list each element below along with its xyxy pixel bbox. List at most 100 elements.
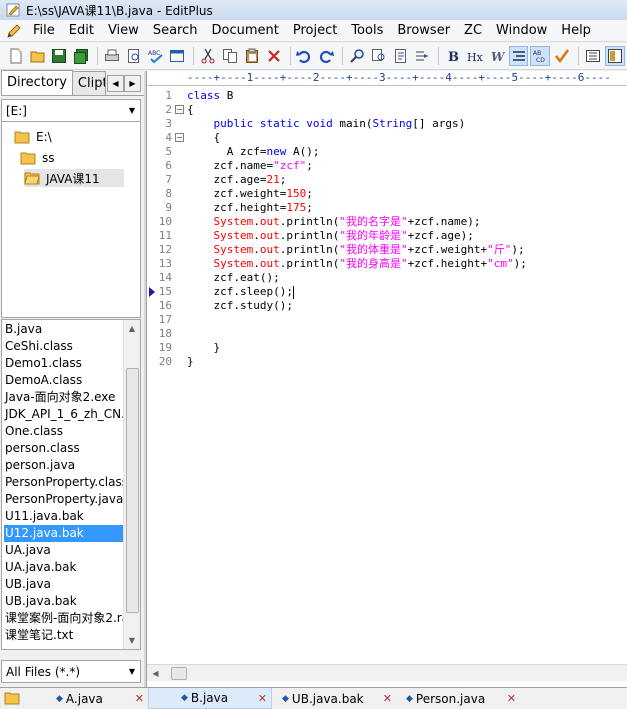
file-list-item[interactable]: U12.java.bak — [4, 525, 124, 542]
code-line[interactable]: System.out.println("我的名字是"+zcf.name); — [187, 215, 481, 229]
file-list-item[interactable]: UA.java.bak — [4, 559, 124, 576]
code-line[interactable]: zcf.name="zcf"; — [187, 159, 312, 173]
menu-file[interactable]: File — [26, 20, 62, 42]
file-list-item[interactable]: UB.java.bak — [4, 593, 124, 610]
menu-tools[interactable]: Tools — [344, 20, 390, 42]
paste-icon[interactable] — [242, 46, 262, 66]
code-line[interactable]: zcf.height=175; — [187, 201, 312, 215]
scroll-up-icon[interactable]: ▲ — [124, 320, 140, 337]
menu-zc[interactable]: ZC — [457, 20, 489, 42]
dir-node-ss[interactable]: ss — [20, 149, 55, 167]
editor-pane[interactable]: ----+----1----+----2----+----3----+----4… — [146, 71, 627, 687]
line-number-icon[interactable] — [583, 46, 603, 66]
file-list-item[interactable]: PersonProperty.java — [4, 491, 124, 508]
doc-tab-b-java[interactable]: ◆ B.java ✕ — [148, 688, 272, 709]
dir-node-java11[interactable]: JAVA课11 — [24, 169, 124, 187]
scroll-thumb[interactable] — [171, 667, 187, 680]
file-list-item[interactable]: One.class — [4, 423, 124, 440]
word-wrap-icon[interactable]: W — [487, 46, 507, 66]
dir-node-root[interactable]: E:\ — [14, 128, 52, 146]
close-icon[interactable]: ✕ — [135, 692, 144, 705]
scroll-thumb[interactable] — [126, 368, 139, 613]
file-list-item[interactable]: DemoA.class — [4, 372, 124, 389]
print-preview-icon[interactable] — [124, 46, 144, 66]
abcd-ruler-icon[interactable]: AB CD — [530, 46, 551, 66]
file-list-item[interactable]: UA.java — [4, 542, 124, 559]
doc-tab-ub-java-bak[interactable]: ◆ UB.java.bak ✕ — [272, 688, 396, 709]
file-list-item[interactable]: 课堂笔记.txt — [4, 627, 124, 644]
fold-toggle-icon[interactable]: − — [175, 133, 184, 142]
code-line[interactable]: zcf.sleep(); — [187, 285, 294, 299]
code-line[interactable]: System.out.println("我的身高是"+zcf.height+"c… — [187, 257, 527, 271]
bold-icon[interactable]: B — [443, 46, 463, 66]
file-list-item[interactable]: B.java — [4, 321, 124, 338]
file-list-item[interactable]: JDK_API_1_6_zh_CN.C — [4, 406, 124, 423]
menu-edit[interactable]: Edit — [62, 20, 101, 42]
code-line[interactable]: { — [187, 131, 220, 145]
tab-cliptext[interactable]: Clipt — [71, 71, 106, 95]
code-line[interactable]: public static void main(String[] args) — [187, 117, 466, 131]
code-line[interactable]: { — [187, 103, 194, 117]
menu-project[interactable]: Project — [286, 20, 344, 42]
chevron-down-icon[interactable]: ▼ — [124, 661, 140, 682]
code-area[interactable]: class B{ public static void main(String[… — [187, 86, 626, 661]
menu-document[interactable]: Document — [204, 20, 285, 42]
print-icon[interactable] — [102, 46, 122, 66]
file-list-item[interactable]: UB.java — [4, 576, 124, 593]
code-line[interactable]: A zcf=new A(); — [187, 145, 320, 159]
chevron-down-icon[interactable]: ▼ — [124, 100, 140, 121]
indent-guide-icon[interactable] — [508, 46, 529, 66]
replace-icon[interactable] — [369, 46, 389, 66]
code-line[interactable]: zcf.weight=150; — [187, 187, 312, 201]
tab-directory[interactable]: Directory — [1, 70, 73, 95]
file-list-item[interactable]: person.class — [4, 440, 124, 457]
doc-tab-person-java[interactable]: ◆ Person.java ✕ — [396, 688, 520, 709]
editor-hscrollbar[interactable]: ◀ — [147, 664, 627, 681]
fold-toggle-icon[interactable]: − — [175, 105, 184, 114]
file-list-item[interactable]: CeShi.class — [4, 338, 124, 355]
file-list-item[interactable]: person.java — [4, 457, 124, 474]
code-line[interactable]: zcf.study(); — [187, 299, 292, 313]
spell-check-icon[interactable]: ABC — [146, 46, 166, 66]
code-line[interactable]: zcf.age=21; — [187, 173, 286, 187]
code-line[interactable]: zcf.eat(); — [187, 271, 279, 285]
close-icon[interactable]: ✕ — [383, 692, 392, 705]
find-icon[interactable] — [347, 46, 367, 66]
scroll-down-icon[interactable]: ▼ — [124, 632, 140, 649]
goto-icon[interactable] — [412, 46, 432, 66]
menu-browser[interactable]: Browser — [390, 20, 457, 42]
code-line[interactable]: System.out.println("我的体重是"+zcf.weight+"斤… — [187, 243, 525, 257]
file-list-scrollbar[interactable]: ▲ ▼ — [123, 320, 140, 649]
menu-view[interactable]: View — [101, 20, 146, 42]
redo-icon[interactable] — [316, 46, 336, 66]
code-line[interactable]: class B — [187, 89, 233, 103]
file-list-item[interactable]: Demo1.class — [4, 355, 124, 372]
code-line[interactable]: } — [187, 341, 220, 355]
menu-window[interactable]: Window — [489, 20, 554, 42]
undo-icon[interactable] — [295, 46, 315, 66]
find-in-files-icon[interactable] — [391, 46, 411, 66]
drive-select[interactable]: [E:] ▼ — [1, 99, 141, 122]
save-all-icon[interactable] — [71, 46, 91, 66]
cut-icon[interactable] — [198, 46, 218, 66]
menu-search[interactable]: Search — [146, 20, 205, 42]
menu-help[interactable]: Help — [554, 20, 598, 42]
new-file-icon[interactable] — [6, 46, 26, 66]
save-icon[interactable] — [50, 46, 70, 66]
file-list-item[interactable]: PersonProperty.class — [4, 474, 124, 491]
open-folder-icon[interactable] — [28, 46, 48, 66]
close-icon[interactable]: ✕ — [507, 692, 516, 705]
code-line[interactable]: System.out.println("我的年龄是"+zcf.age); — [187, 229, 474, 243]
check-icon[interactable] — [552, 46, 572, 66]
file-filter-select[interactable]: All Files (*.*) ▼ — [1, 660, 141, 683]
delete-icon[interactable] — [264, 46, 284, 66]
file-list-item[interactable]: Java-面向对象2.exe — [4, 389, 124, 406]
code-line[interactable]: } — [187, 355, 194, 369]
tab-scroll-right-icon[interactable]: ▶ — [123, 75, 141, 92]
tab-scroll-left-icon[interactable]: ◀ — [106, 75, 124, 92]
copy-icon[interactable] — [220, 46, 240, 66]
close-icon[interactable]: ✕ — [258, 692, 267, 705]
file-list-item[interactable]: U11.java.bak — [4, 508, 124, 525]
html-icon[interactable]: Hx — [465, 46, 485, 66]
browser-preview-icon[interactable] — [168, 46, 188, 66]
